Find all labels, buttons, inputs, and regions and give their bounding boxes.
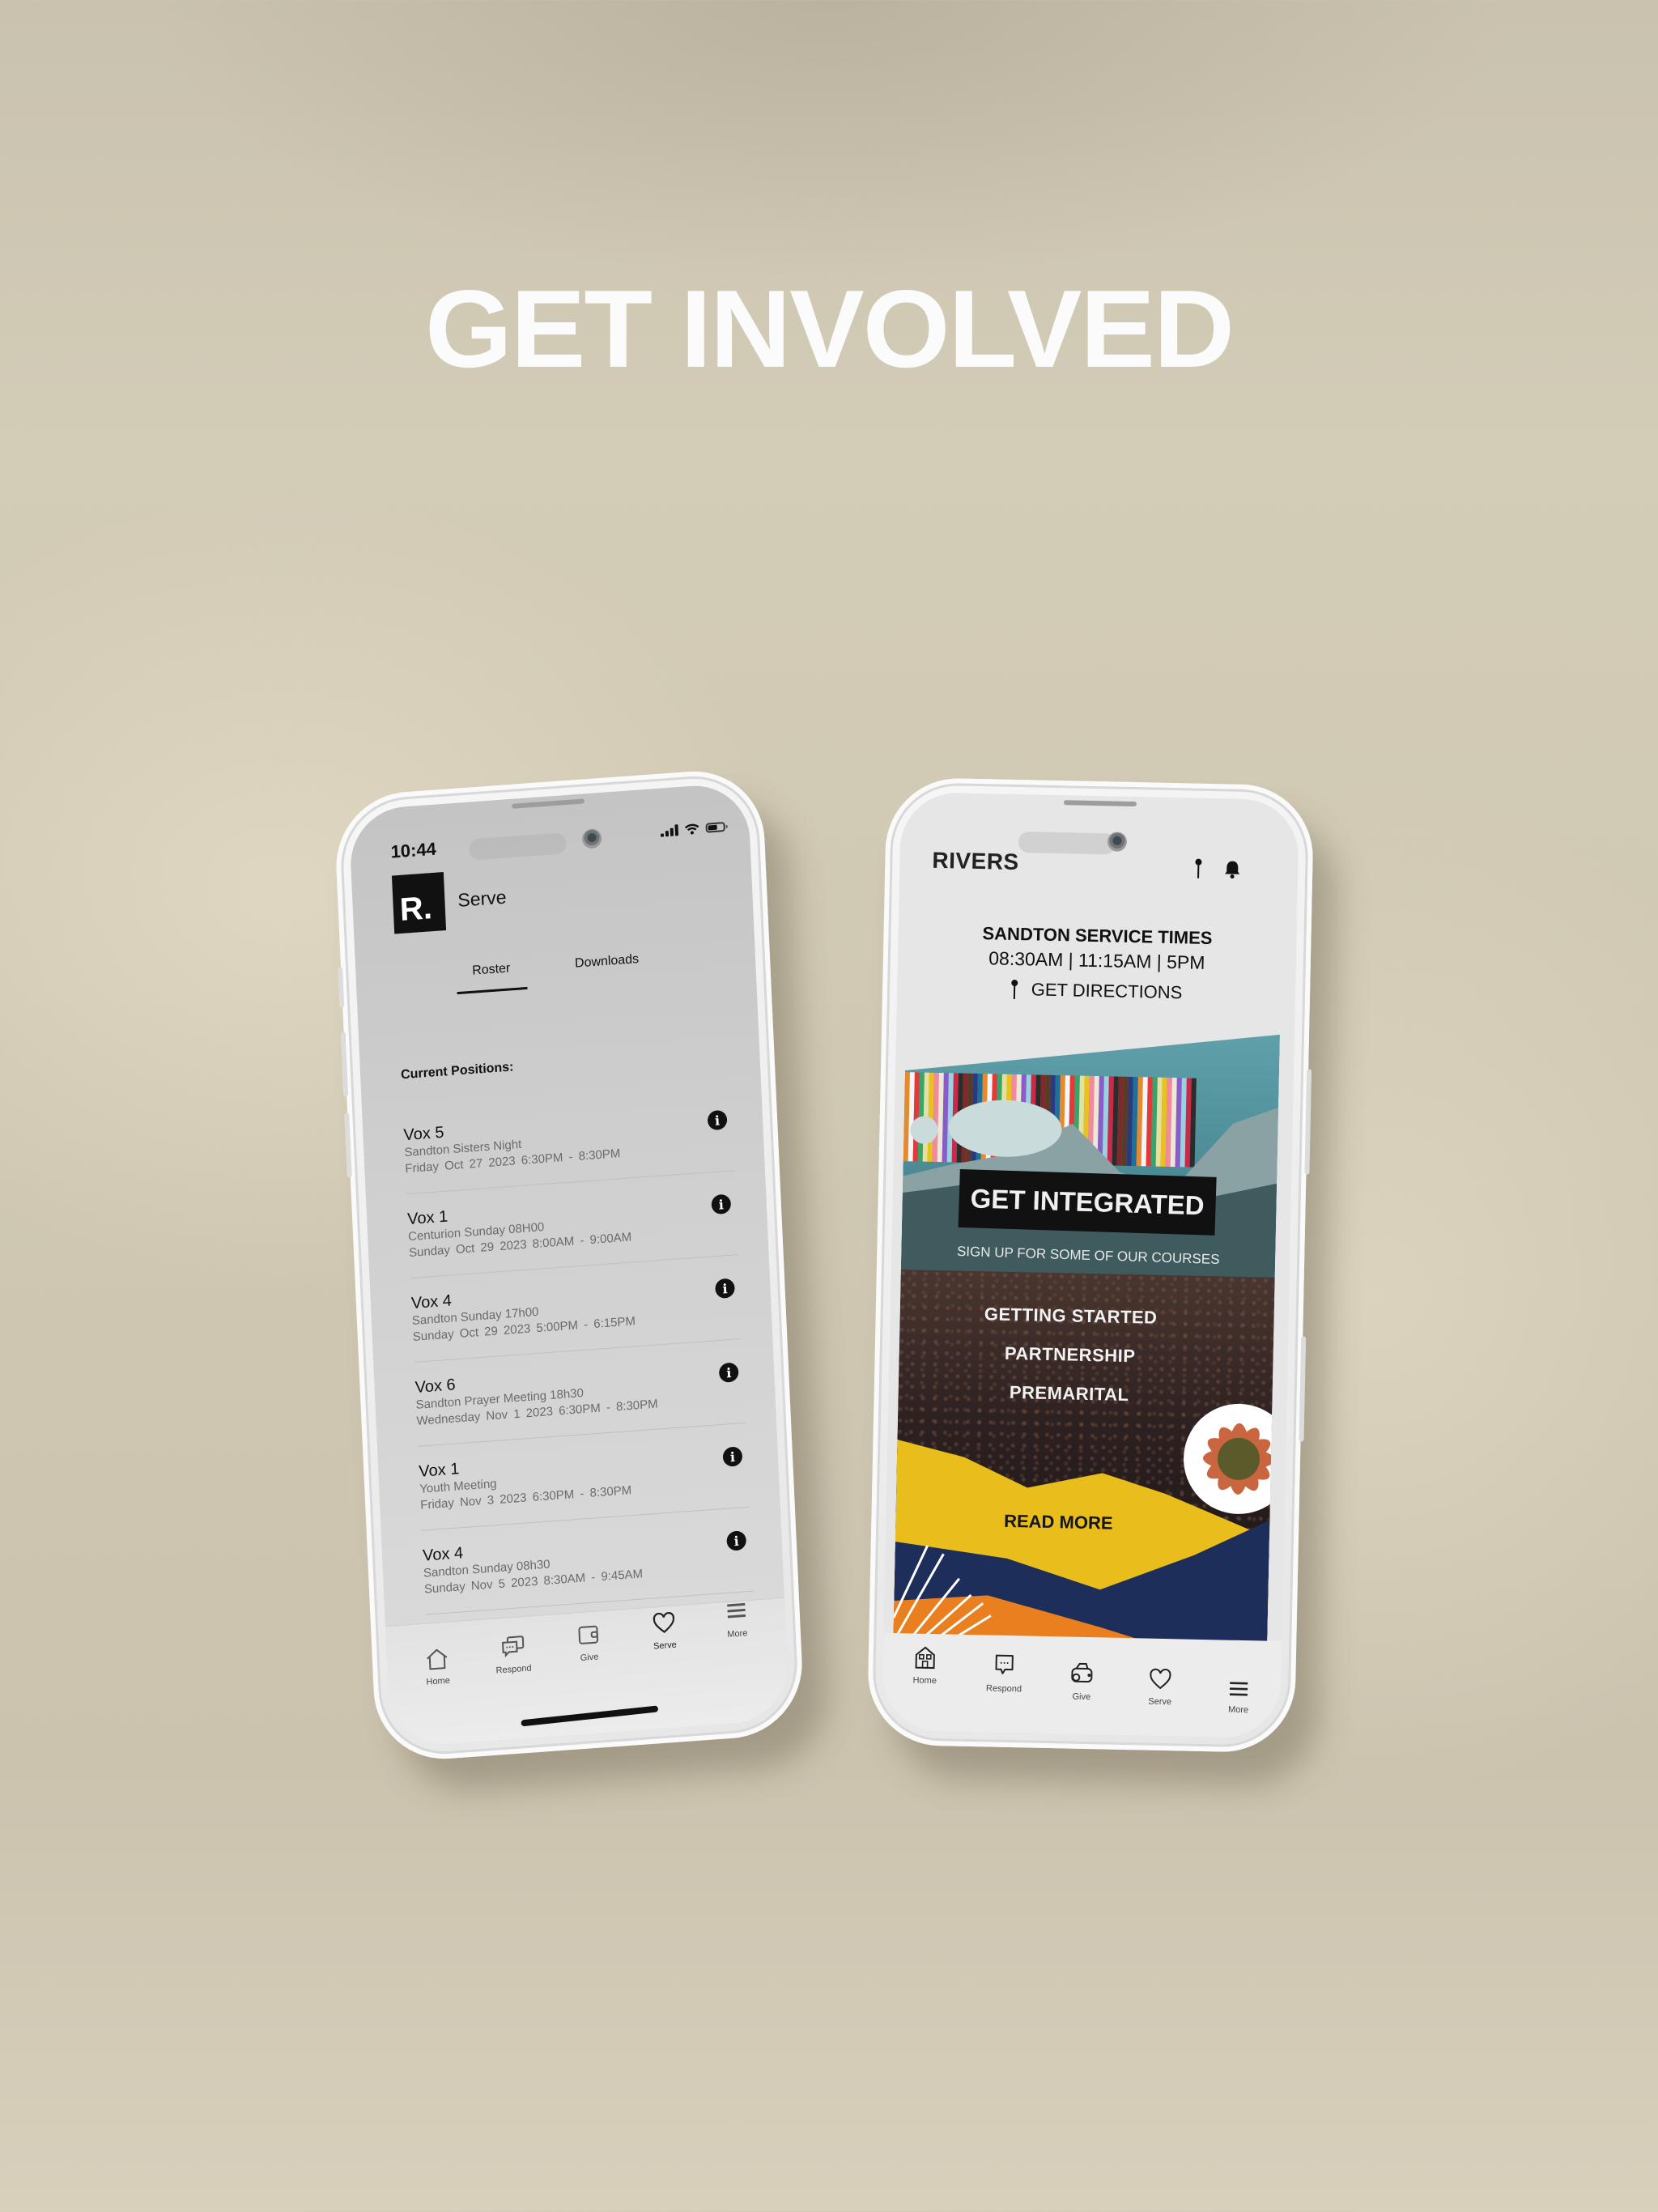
screen: 10:44 R. Serve Roster Downloads Current … [348, 781, 790, 1749]
tab-serve[interactable]: Serve [631, 1610, 698, 1653]
bottom-tab-bar: Home Respond Give Serve More [881, 1632, 1282, 1739]
roster-item[interactable]: Vox 1 Youth Meeting Friday Nov 3 2023 6:… [418, 1436, 750, 1531]
wallet-icon [1069, 1661, 1095, 1687]
banner-title: GET INTEGRATED [970, 1183, 1205, 1221]
menu-icon [1227, 1679, 1250, 1699]
status-time: 10:44 [390, 838, 437, 862]
tab-label: More [1227, 1704, 1249, 1716]
menu-icon [724, 1599, 749, 1623]
volume-up-button [340, 1032, 349, 1097]
bell-icon[interactable] [1223, 859, 1241, 879]
wallet-icon [576, 1623, 601, 1647]
tab-label: Give [1072, 1691, 1091, 1703]
heart-icon [652, 1611, 677, 1636]
app-logo: R. [391, 872, 447, 934]
get-integrated-banner[interactable]: GET INTEGRATED SIGN UP FOR SOME OF OUR C… [893, 1027, 1281, 1666]
chat-icon [500, 1635, 525, 1659]
get-directions-label: GET DIRECTIONS [1031, 979, 1183, 1003]
tab-label: Respond [985, 1683, 1022, 1695]
tab-more[interactable]: More [1205, 1678, 1271, 1716]
speaker-grille [512, 798, 585, 809]
tab-respond[interactable]: Respond [971, 1653, 1037, 1695]
cellular-signal-icon [660, 824, 679, 837]
front-camera [1107, 832, 1128, 852]
tab-label: Serve [1148, 1696, 1172, 1708]
tab-give[interactable]: Give [555, 1621, 622, 1665]
speaker-grille [1063, 800, 1137, 807]
battery-icon [705, 822, 725, 833]
flower-image [1184, 1403, 1281, 1514]
location-pin-icon [1010, 979, 1018, 999]
page-headline: GET INVOLVED [424, 267, 1235, 390]
screen: RIVERS SANDTON SERVICE TIMES 08:30AM | 1… [881, 791, 1300, 1739]
tab-downloads[interactable]: Downloads [559, 951, 657, 987]
tab-label: Serve [653, 1640, 678, 1652]
roster-item[interactable]: Vox 4 Sandton Sunday 17h00 Sunday Oct 29… [410, 1268, 742, 1363]
segment-tabs: Roster Downloads [355, 944, 756, 1002]
mute-switch [338, 967, 345, 1008]
app-header: RIVERS [932, 848, 1266, 887]
side-button [1299, 1336, 1307, 1442]
page-title: Serve [457, 886, 507, 911]
tab-label: Respond [495, 1663, 532, 1676]
get-directions-link[interactable]: GET DIRECTIONS [897, 976, 1295, 1006]
home-icon [914, 1645, 937, 1670]
location-pin-icon[interactable] [1194, 858, 1203, 879]
home-icon [424, 1647, 449, 1671]
course-item[interactable]: PARTNERSHIP [899, 1341, 1240, 1369]
brand-logo: RIVERS [932, 847, 1019, 875]
heart-icon [1148, 1668, 1173, 1691]
roster-list: Vox 5 Sandton Sisters Night Friday Oct 2… [402, 1100, 754, 1627]
home-indicator[interactable] [521, 1705, 659, 1727]
roster-item[interactable]: Vox 1 Centurion Sunday 08H00 Sunday Oct … [406, 1184, 738, 1279]
roster-item[interactable]: Vox 5 Sandton Sisters Night Friday Oct 2… [402, 1100, 734, 1195]
tab-serve[interactable]: Serve [1128, 1667, 1193, 1708]
volume-down-button [344, 1112, 352, 1178]
tab-give[interactable]: Give [1049, 1661, 1115, 1703]
power-button [1304, 1069, 1312, 1175]
banner-title-box: GET INTEGRATED [958, 1168, 1217, 1236]
tab-respond[interactable]: Respond [480, 1633, 546, 1677]
tab-label: Give [580, 1652, 599, 1664]
tab-label: Home [912, 1675, 937, 1687]
phone-home-screen: RIVERS SANDTON SERVICE TIMES 08:30AM | 1… [866, 776, 1315, 1754]
roster-item[interactable]: Vox 6 Sandton Prayer Meeting 18h30 Wedne… [414, 1351, 746, 1447]
tab-more[interactable]: More [704, 1597, 770, 1641]
tab-label: More [727, 1628, 748, 1640]
service-times-values: 08:30AM | 11:15AM | 5PM [988, 947, 1205, 973]
phone-serve-roster: 10:44 R. Serve Roster Downloads Current … [333, 766, 806, 1764]
tab-label: Home [426, 1675, 451, 1687]
tab-roster[interactable]: Roster [456, 960, 528, 994]
wifi-icon [684, 823, 699, 835]
roster-item[interactable]: Vox 4 Sandton Sunday 08h30 Sunday Nov 5 … [422, 1520, 754, 1615]
section-label: Current Positions: [400, 1060, 514, 1083]
tab-home[interactable]: Home [404, 1645, 470, 1689]
tab-home[interactable]: Home [892, 1644, 958, 1687]
service-times: SANDTON SERVICE TIMES 08:30AM | 11:15AM … [898, 921, 1297, 976]
chat-icon [993, 1653, 1016, 1678]
